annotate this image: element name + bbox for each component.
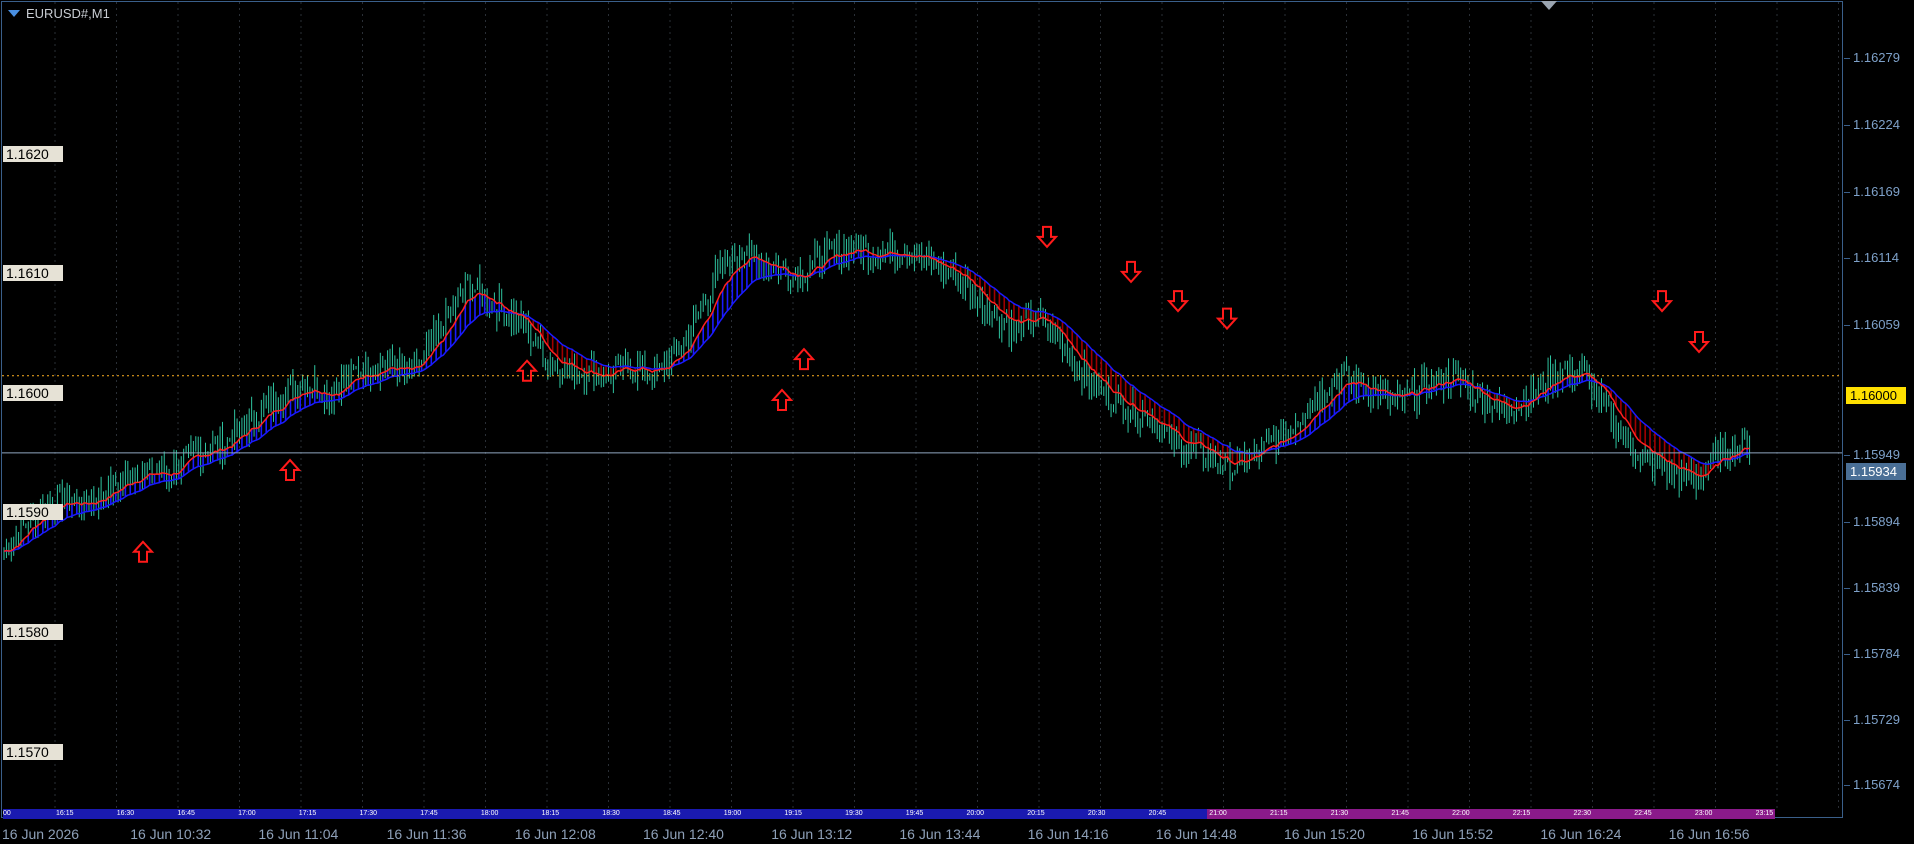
- session-label: 20:30: [1087, 810, 1106, 817]
- session-label: 18:45: [663, 810, 681, 817]
- session-label: 22:15: [1512, 810, 1531, 817]
- session-label: 21:45: [1391, 810, 1409, 817]
- session-label: 18:15: [541, 810, 560, 817]
- session-label: 22:45: [1634, 810, 1652, 817]
- session-label: 20:15: [1027, 810, 1045, 817]
- session-label: 16:45: [177, 810, 195, 817]
- price-scale-tick: [1844, 720, 1850, 721]
- time-axis-label: 16 Jun 16:56: [1668, 826, 1750, 842]
- current-price-tag: 1.15934: [1846, 463, 1906, 480]
- session-label: 21:30: [1330, 810, 1349, 817]
- time-axis-label: 16 Jun 10:32: [130, 826, 212, 842]
- price-scale-label: 1.15894: [1853, 514, 1900, 529]
- time-axis-label: 16 Jun 12:08: [514, 826, 596, 842]
- price-scale-label: 1.15839: [1853, 580, 1900, 595]
- time-axis-label: 16 Jun 12:40: [643, 826, 724, 842]
- session-label: 19:45: [905, 810, 924, 817]
- session-label: 18:00: [480, 810, 499, 817]
- price-scale-tick: [1844, 125, 1850, 126]
- price-scale-tick: [1844, 192, 1850, 193]
- session-segment-purple: [1207, 809, 1775, 819]
- price-scale-label: 1.16224: [1853, 117, 1900, 132]
- session-label: 19:30: [845, 810, 863, 817]
- price-scale-label: 1.15784: [1853, 646, 1900, 661]
- price-scale-tick: [1844, 455, 1850, 456]
- time-axis-label: 16 Jun 2026: [2, 826, 80, 842]
- session-label: 20:00: [966, 810, 985, 817]
- session-label: 22:30: [1573, 810, 1592, 817]
- session-label: 17:30: [359, 810, 378, 817]
- level-tag: 1.1600: [3, 385, 63, 401]
- symbol-title-text: EURUSD#,M1: [26, 6, 110, 21]
- session-label: 21:15: [1270, 810, 1288, 817]
- session-bar: 00 16:15 16:30 16:45 17:00 17:15 17:30 17:45 18:…: [3, 809, 1775, 819]
- time-axis-label: 16 Jun 14:48: [1155, 826, 1237, 842]
- price-scale-label: 1.16059: [1853, 317, 1900, 332]
- session-label: 17:00: [238, 810, 256, 817]
- level-tag: 1.1580: [3, 624, 63, 640]
- session-label: 18:30: [602, 810, 620, 817]
- level-tag: 1.1570: [3, 744, 63, 760]
- chart-frame: [1, 1, 1843, 818]
- price-scale-tick: [1844, 58, 1850, 59]
- dropdown-arrow-icon[interactable]: [8, 10, 20, 17]
- price-scale-tick: [1844, 785, 1850, 786]
- session-label: 16:15: [56, 810, 74, 817]
- chart-shift-marker-icon[interactable]: [1541, 1, 1557, 10]
- session-label: 17:45: [420, 810, 438, 817]
- session-label: 22:00: [1452, 810, 1470, 817]
- price-scale-label: 1.16279: [1853, 50, 1900, 65]
- time-axis-label: 16 Jun 13:12: [771, 826, 853, 842]
- price-scale-label: 1.15674: [1853, 777, 1900, 792]
- time-axis-label: 16 Jun 14:16: [1027, 826, 1109, 842]
- price-scale-label: 1.16114: [1853, 250, 1900, 265]
- price-scale-label: 1.15729: [1853, 712, 1900, 727]
- session-label: 16:30: [116, 810, 135, 817]
- time-axis-label: 16 Jun 11:04: [258, 826, 339, 842]
- price-scale-tick: [1844, 588, 1850, 589]
- level-tag: 1.1620: [3, 146, 63, 162]
- price-scale-tick: [1844, 258, 1850, 259]
- price-scale-tick: [1844, 654, 1850, 655]
- session-label: 19:00: [723, 810, 742, 817]
- price-scale-label: 1.15949: [1853, 447, 1900, 462]
- time-axis-label: 16 Jun 13:44: [899, 826, 981, 842]
- price-scale-tick: [1844, 522, 1850, 523]
- session-label: 17:15: [298, 810, 317, 817]
- round-level-price-tag: 1.16000: [1846, 387, 1906, 404]
- session-label: 23:15: [1755, 810, 1774, 817]
- symbol-title[interactable]: EURUSD#,M1: [8, 6, 110, 21]
- time-axis-label: 16 Jun 15:52: [1412, 826, 1494, 842]
- session-label: 21:00: [1209, 810, 1227, 817]
- session-label: 20:45: [1148, 810, 1167, 817]
- price-scale-tick: [1844, 325, 1850, 326]
- time-axis-label: 16 Jun 11:36: [386, 826, 467, 842]
- session-label: 00: [3, 810, 11, 817]
- time-axis-label: 16 Jun 16:24: [1540, 826, 1622, 842]
- session-label: 23:00: [1694, 810, 1713, 817]
- level-tag: 1.1610: [3, 265, 63, 281]
- session-label: 19:15: [784, 810, 802, 817]
- price-scale-label: 1.16169: [1853, 184, 1900, 199]
- level-tag: 1.1590: [3, 504, 63, 520]
- time-axis-label: 16 Jun 15:20: [1284, 826, 1365, 842]
